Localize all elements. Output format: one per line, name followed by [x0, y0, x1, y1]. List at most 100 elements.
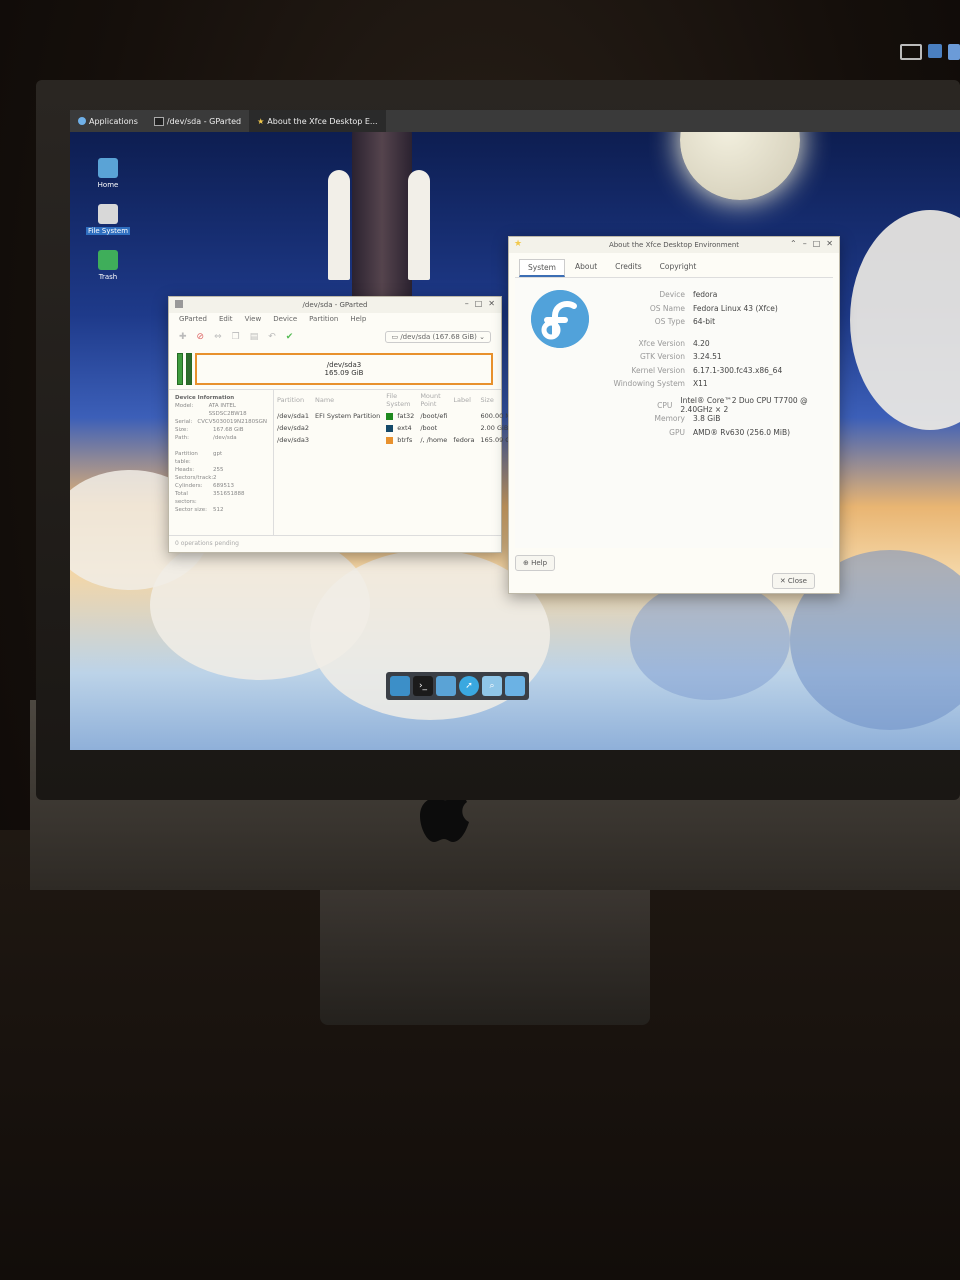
partition-table: Partition Name File System Mount Point L…	[274, 390, 520, 446]
minimize-icon[interactable]: –	[465, 299, 469, 308]
about-tabs: System About Credits Copyright	[509, 253, 839, 277]
wallpaper-cloud	[630, 580, 790, 700]
star-icon: ★	[257, 116, 265, 126]
tray-icons	[900, 44, 960, 60]
tab-copyright[interactable]: Copyright	[652, 259, 705, 277]
dock: ›_ ➚ ⌕	[386, 672, 529, 700]
top-panel: Applications /dev/sda - GParted ★ About …	[70, 110, 960, 132]
info-row-os-name: OS Name Fedora Linux 43 (Xfce)	[649, 303, 778, 313]
table-row[interactable]: /dev/sda3 btrfs /, /home fedora 165.09 G…	[274, 434, 520, 446]
tab-system[interactable]: System	[519, 259, 565, 277]
desktop-icon-home[interactable]: Home	[78, 158, 138, 189]
menu-partition[interactable]: Partition	[309, 315, 338, 323]
desktop-icon-trash[interactable]: Trash	[78, 250, 138, 281]
drive-icon: ▭	[391, 333, 399, 341]
desktop-icon-filesystem[interactable]: File System	[78, 204, 138, 235]
gparted-menubar: GParted Edit View Device Partition Help	[169, 313, 501, 325]
partition-block-sda3[interactable]: /dev/sda3 165.09 GiB	[195, 353, 493, 385]
info-row-kernel-version: Kernel Version 6.17.1-300.fc43.x86_64	[631, 365, 783, 375]
app-finder-icon[interactable]: ⌕	[482, 676, 502, 696]
partition-block-sda2[interactable]	[186, 353, 192, 385]
show-desktop-icon[interactable]	[390, 676, 410, 696]
device-info-row: Sector size: 512	[175, 507, 224, 513]
apply-icon[interactable]: ✔	[286, 332, 294, 342]
close-button[interactable]: ✕ Close	[771, 573, 815, 589]
tab-credits[interactable]: Credits	[607, 259, 649, 277]
system-info-list: Device fedora OS Name Fedora Linux 43 (Xfc…	[595, 288, 833, 439]
close-icon[interactable]: ✕	[826, 239, 833, 248]
device-info-row: Heads: 255	[175, 467, 224, 473]
maximize-icon[interactable]: □	[475, 299, 483, 308]
monitor-stand	[320, 890, 650, 1025]
partition-table-header: Partition Name File System Mount Point L…	[277, 392, 494, 408]
close-icon[interactable]: ✕	[488, 299, 495, 308]
device-info-row: Total sectors: 351651888	[175, 491, 245, 505]
copy-icon[interactable]: ❐	[232, 332, 240, 342]
device-info-row: Path:/dev/sda	[175, 435, 237, 441]
device-info-row: Partition table: gpt	[175, 451, 223, 465]
new-partition-icon[interactable]: ✚	[179, 332, 187, 342]
help-icon: ⊕	[523, 559, 529, 567]
info-row-windowing-system: Windowing System X11	[613, 379, 708, 389]
taskbar-item-gparted[interactable]: /dev/sda - GParted	[146, 110, 249, 132]
device-info-row: Size: 167.68 GiB	[175, 427, 244, 433]
info-row-device: Device fedora	[659, 290, 718, 300]
web-browser-icon[interactable]: ➚	[459, 676, 479, 696]
device-info-row: Model: ATA INTEL SSDSC2BW18	[175, 403, 247, 417]
help-button[interactable]: ⊕ Help	[515, 555, 556, 571]
taskbar-item-about[interactable]: ★ About the Xfce Desktop E...	[249, 110, 386, 132]
wallpaper-booster-left	[328, 170, 350, 280]
menu-help[interactable]: Help	[350, 315, 366, 323]
device-info-row: Sectors/track: 2	[175, 475, 217, 481]
tab-about[interactable]: About	[567, 259, 605, 277]
display-icon	[900, 44, 922, 60]
close-icon: ✕	[779, 577, 786, 585]
menu-view[interactable]: View	[245, 315, 262, 323]
info-row-cpu: CPU Intel® Core™2 Duo CPU T7700 @ 2.40GHz…	[657, 396, 808, 415]
minimize-icon[interactable]: –	[803, 239, 807, 248]
device-info-row: Cylinders: 689513	[175, 483, 234, 489]
network-icon	[928, 44, 942, 58]
gparted-titlebar[interactable]: /dev/sda - GParted – □ ✕	[169, 297, 501, 313]
undo-icon[interactable]: ↶	[268, 332, 276, 342]
info-row-gpu: GPU AMD® Rv630 (256.0 MiB)	[669, 427, 791, 437]
clipboard-icon	[948, 44, 960, 60]
device-selector[interactable]: ▭ /dev/sda (167.68 GiB) ⌄	[385, 331, 491, 343]
info-row-os-type: OS Type 64-bit	[654, 317, 716, 327]
gparted-toolbar: ✚ ⊘ ⇔ ❐ ▤ ↶ ✔ ▭ /dev/sda (167.68 GiB) ⌄	[169, 325, 501, 349]
terminal-icon	[153, 116, 164, 126]
delete-partition-icon[interactable]: ⊘	[197, 332, 205, 342]
file-manager-icon[interactable]	[436, 676, 456, 696]
partition-list: Partition Name File System Mount Point L…	[274, 390, 520, 535]
resize-icon[interactable]: ⇔	[214, 332, 222, 342]
home-folder-icon	[98, 158, 118, 178]
table-row[interactable]: /dev/sda2 ext4 /boot 2.00 GiB	[274, 422, 520, 434]
trash-icon	[98, 250, 118, 270]
menu-edit[interactable]: Edit	[219, 315, 233, 323]
screen: Applications /dev/sda - GParted ★ About …	[70, 110, 960, 750]
partition-block-sda1[interactable]	[177, 353, 183, 385]
menu-gparted[interactable]: GParted	[179, 315, 207, 323]
about-titlebar[interactable]: ★ About the Xfce Desktop Environment ⌃ –…	[509, 237, 839, 253]
device-info-row: Serial: CVCV5030019N2180SGN	[175, 419, 267, 425]
info-row-xfce-version: Xfce Version 4.20	[638, 338, 710, 348]
gparted-window: /dev/sda - GParted – □ ✕ GParted Edit Vi…	[168, 296, 517, 553]
fs-color-swatch	[386, 436, 394, 444]
terminal-icon[interactable]: ›_	[413, 676, 433, 696]
gparted-app-icon	[175, 300, 183, 308]
folder-icon[interactable]	[505, 676, 525, 696]
fs-color-swatch	[386, 424, 394, 432]
drive-icon	[98, 204, 118, 224]
paste-icon[interactable]: ▤	[250, 332, 259, 342]
wallpaper-rocket	[352, 110, 412, 305]
gparted-statusbar: 0 operations pending	[169, 535, 501, 551]
fs-color-swatch	[386, 412, 394, 420]
disk-graphic: /dev/sda3 165.09 GiB	[177, 353, 493, 385]
table-row[interactable]: /dev/sda1 EFI System Partition fat32 /bo…	[274, 410, 520, 422]
device-info-heading: Device Information	[175, 395, 235, 401]
shade-icon[interactable]: ⌃	[790, 239, 797, 248]
menu-device[interactable]: Device	[273, 315, 297, 323]
maximize-icon[interactable]: □	[813, 239, 821, 248]
wallpaper-booster-right	[408, 170, 430, 280]
applications-menu[interactable]: Applications	[70, 110, 146, 132]
